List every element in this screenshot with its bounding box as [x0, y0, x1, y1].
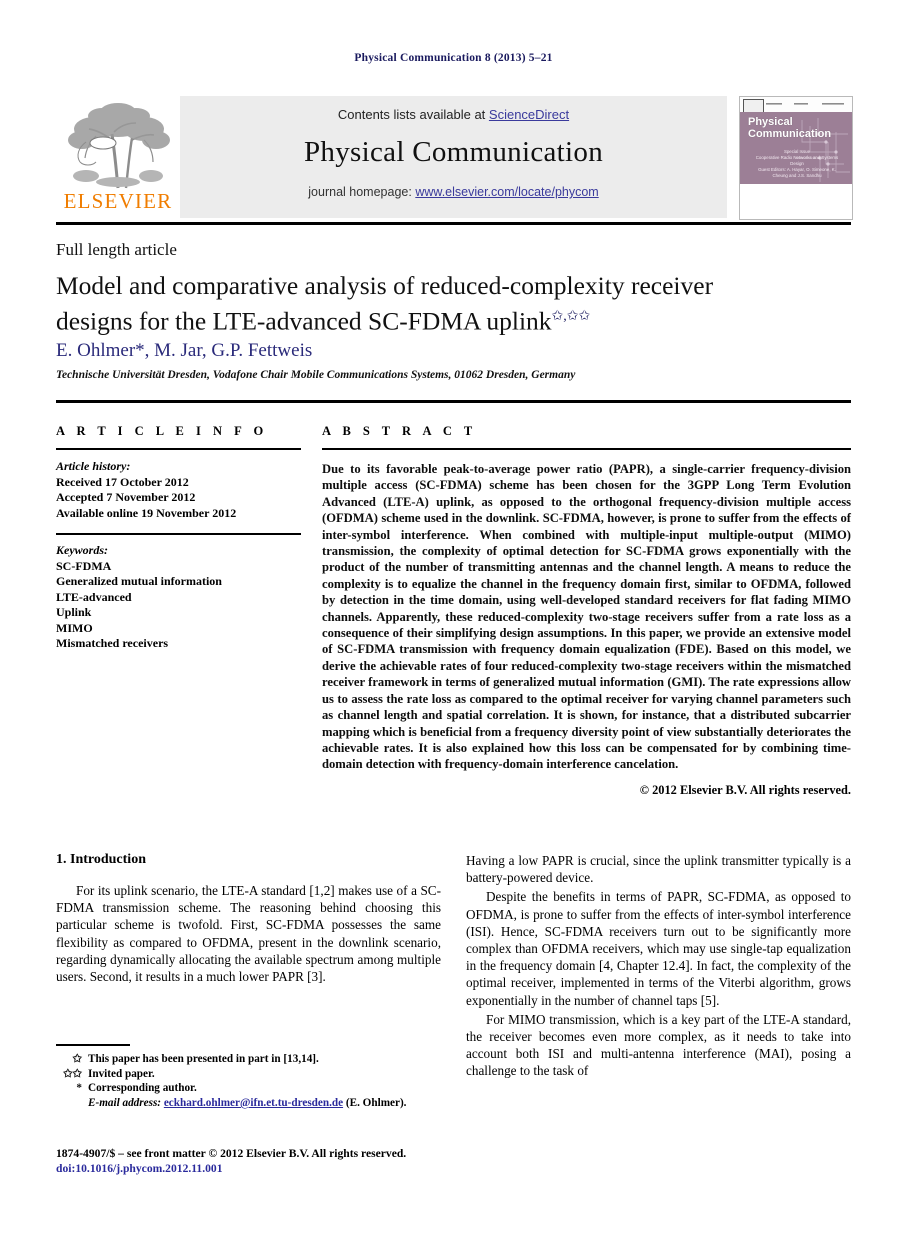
- keyword-item: Mismatched receivers: [56, 636, 169, 650]
- history-item: Received 17 October 2012: [56, 474, 189, 489]
- footnote-text: Corresponding author.: [88, 1082, 197, 1095]
- homepage-prefix: journal homepage:: [308, 185, 416, 199]
- journal-cover-thumbnail: Physical Communication Special Issue Coo…: [739, 96, 853, 220]
- footnote-text: This paper has been presented in part in…: [88, 1053, 319, 1065]
- article-info-column: A R T I C L E I N F O Article history: R…: [56, 424, 301, 652]
- masthead-bottom-rule: [56, 222, 851, 225]
- elsevier-tree-icon: [68, 103, 170, 189]
- email-label: E-mail address:: [88, 1096, 162, 1109]
- paragraph: For MIMO transmission, which is a key pa…: [466, 1011, 851, 1079]
- article-type-label: Full length article: [56, 240, 177, 259]
- footnote-row: ✩✩ Invited paper.: [56, 1067, 446, 1082]
- paragraph: Despite the benefits in terms of PAPR, S…: [466, 889, 851, 1008]
- email-note: E-mail address: eckhard.ohlmer@ifn.et.tu…: [88, 1096, 446, 1111]
- elsevier-wordmark: ELSEVIER: [63, 189, 173, 213]
- article-info-heading-rule: [56, 448, 301, 450]
- keywords-label: Keywords:: [56, 543, 108, 557]
- footnote-row: * Corresponding author.: [56, 1081, 446, 1096]
- abstract-heading: A B S T R A C T: [322, 424, 477, 438]
- cover-special-issue-caption: Special Issue Cooperative Radio Networks…: [750, 149, 844, 179]
- journal-masthead: ELSEVIER Contents lists available at Sci…: [56, 96, 853, 220]
- journal-homepage-link[interactable]: www.elsevier.com/locate/phycom: [415, 185, 598, 199]
- cover-header-ticks-icon: [766, 103, 844, 105]
- article-title-text: Model and comparative analysis of reduce…: [56, 271, 714, 336]
- footnote-mark: ✩: [72, 1053, 82, 1065]
- journal-homepage-line: journal homepage: www.elsevier.com/locat…: [180, 185, 727, 199]
- history-item: Available online 19 November 2012: [56, 505, 237, 520]
- keyword-item: SC-FDMA: [56, 558, 112, 573]
- footnote-separator-rule: [56, 1044, 130, 1046]
- abstract-column: A B S T R A C T Due to its favorable pea…: [322, 424, 851, 798]
- author-list: E. Ohlmer*, M. Jar, G.P. Fettweis: [56, 340, 313, 361]
- footnote-block: ✩ This paper has been presented in part …: [56, 1052, 446, 1110]
- contents-available-line: Contents lists available at ScienceDirec…: [180, 107, 727, 122]
- contents-prefix: Contents lists available at: [337, 107, 489, 122]
- email-row: E-mail address: eckhard.ohlmer@ifn.et.tu…: [56, 1096, 446, 1111]
- article-info-heading: A R T I C L E I N F O: [56, 424, 268, 438]
- abstract-heading-rule: [322, 448, 851, 450]
- footnote-text: Invited paper.: [88, 1067, 155, 1080]
- cover-caption-3: Guest Editors: A. Hayar, O. Simeone, K. …: [758, 167, 836, 178]
- journal-title: Physical Communication: [304, 136, 603, 168]
- email-row-spacer: [56, 1096, 88, 1111]
- page-title: Model and comparative analysis of reduce…: [56, 270, 756, 337]
- keyword-item: LTE-advanced: [56, 589, 132, 604]
- email-owner: (E. Ohlmer).: [345, 1096, 407, 1109]
- cover-footer-strip: [740, 184, 852, 218]
- keyword-item: MIMO: [56, 620, 93, 635]
- footnote-row: ✩ This paper has been presented in part …: [56, 1052, 446, 1067]
- issn-line: 1874-4907/$ – see front matter © 2012 El…: [56, 1147, 407, 1160]
- cover-journal-title: Physical Communication: [748, 116, 846, 140]
- keyword-item: Generalized mutual information: [56, 574, 222, 588]
- abstract-text: Due to its favorable peak-to-average pow…: [322, 462, 851, 772]
- keywords-block: Keywords: SC-FDMA Generalized mutual inf…: [56, 543, 301, 652]
- cover-caption-2: Cooperative Radio Networks and Systems D…: [755, 155, 839, 166]
- email-link[interactable]: eckhard.ohlmer@ifn.et.tu-dresden.de: [164, 1097, 343, 1109]
- masthead-center-band: Contents lists available at ScienceDirec…: [180, 96, 727, 218]
- body-column-left: 1. Introduction For its uplink scenario,…: [56, 852, 441, 987]
- history-item: Accepted 7 November 2012: [56, 490, 196, 504]
- keyword-item: Uplink: [56, 605, 92, 619]
- imprint-block: 1874-4907/$ – see front matter © 2012 El…: [56, 1146, 476, 1176]
- footnote-mark: ✩✩: [63, 1067, 82, 1080]
- sciencedirect-link[interactable]: ScienceDirect: [489, 107, 569, 122]
- doi-link[interactable]: doi:10.1016/j.phycom.2012.11.001: [56, 1161, 476, 1176]
- article-history-block: Article history: Received 17 October 201…: [56, 459, 301, 521]
- article-history-label: Article history:: [56, 459, 131, 473]
- section-heading-introduction: 1. Introduction: [56, 852, 146, 867]
- paper-page: Physical Communication 8 (2013) 5–21 ELS…: [0, 0, 907, 1238]
- running-head: Physical Communication 8 (2013) 5–21: [354, 52, 553, 64]
- keywords-rule: [56, 533, 301, 535]
- body-column-right: Having a low PAPR is crucial, since the …: [466, 852, 851, 1082]
- elsevier-logo-box: ELSEVIER: [56, 96, 181, 218]
- title-footnote-marks: ✩,✩✩: [551, 309, 591, 324]
- author-affiliation: Technische Universität Dresden, Vodafone…: [56, 369, 576, 381]
- paragraph: For its uplink scenario, the LTE-A stand…: [56, 883, 441, 985]
- footnote-mark: *: [76, 1082, 82, 1095]
- abstract-copyright: © 2012 Elsevier B.V. All rights reserved…: [639, 782, 851, 797]
- cover-title-text: Physical Communication: [748, 116, 832, 140]
- info-top-rule: [56, 400, 851, 403]
- paragraph: Having a low PAPR is crucial, since the …: [466, 853, 851, 886]
